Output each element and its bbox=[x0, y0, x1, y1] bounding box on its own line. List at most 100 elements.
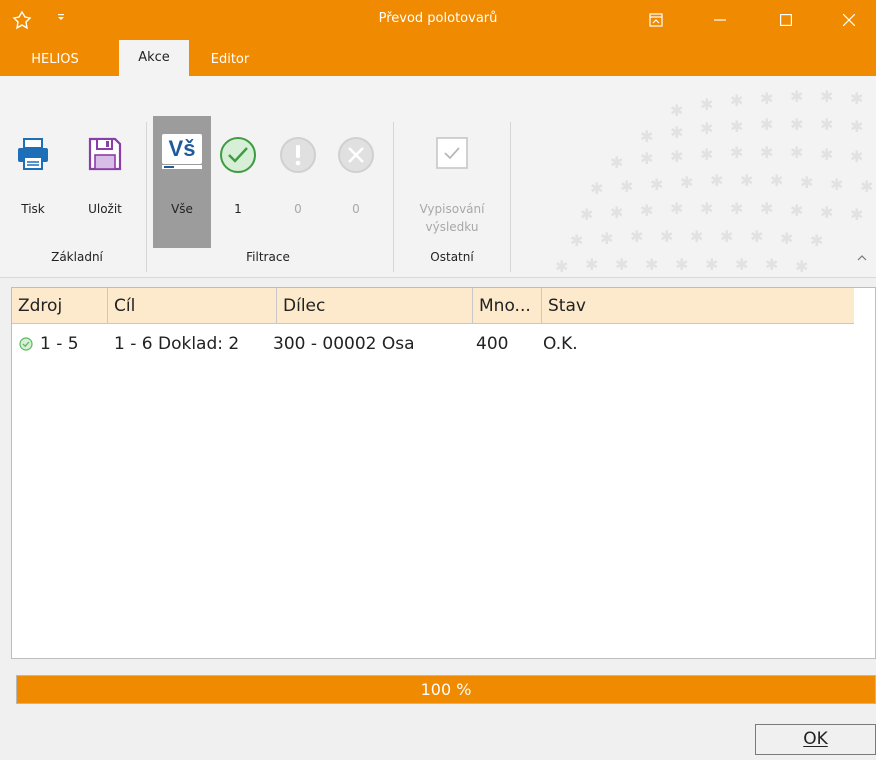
svg-text:✱: ✱ bbox=[820, 87, 833, 106]
title-bar-top: Převod polotovarů bbox=[0, 0, 876, 40]
save-label: Uložit bbox=[88, 202, 122, 216]
ribbon-separator bbox=[393, 122, 394, 272]
print-button[interactable]: Tisk bbox=[10, 128, 56, 228]
title-bar: Převod polotovarů HELIOS Akce Editor bbox=[0, 0, 876, 76]
svg-text:✱: ✱ bbox=[790, 143, 803, 162]
decorative-pattern: ✱ ✱ ✱ ✱ ✱ ✱ ✱ ✱ ✱ ✱ ✱ ✱ ✱ ✱ ✱ ✱ ✱ ✱ ✱ ✱ ✱ ✱ ✱ ✱ ✱ ✱ ✱ ✱ ✱ ✱ ✱ ✱ ✱ ✱ ✱ ✱… bbox=[555, 87, 873, 276]
svg-text:✱: ✱ bbox=[800, 173, 813, 192]
svg-text:✱: ✱ bbox=[630, 227, 643, 246]
table-row[interactable]: 1 - 5 1 - 6 Doklad: 2 300 - 00002 Osa 40… bbox=[12, 326, 854, 362]
column-header-zdroj[interactable]: Zdroj bbox=[12, 288, 108, 324]
tab-akce[interactable]: Akce bbox=[119, 40, 189, 76]
svg-text:✱: ✱ bbox=[600, 229, 613, 248]
maximize-button[interactable] bbox=[763, 0, 809, 40]
ribbon-tabs: HELIOS Akce Editor bbox=[0, 40, 876, 76]
filter-error-count: 0 bbox=[352, 202, 360, 216]
svg-text:✱: ✱ bbox=[680, 173, 693, 192]
svg-text:✱: ✱ bbox=[585, 255, 598, 274]
save-button[interactable]: Uložit bbox=[78, 128, 132, 228]
svg-text:✱: ✱ bbox=[670, 123, 683, 142]
filter-all-badge: Vš bbox=[168, 136, 196, 161]
svg-text:✱: ✱ bbox=[790, 201, 803, 220]
column-header-mnozstvi[interactable]: Mno... bbox=[473, 288, 542, 324]
svg-text:✱: ✱ bbox=[730, 117, 743, 136]
svg-text:✱: ✱ bbox=[830, 175, 843, 194]
window-title: Převod polotovarů bbox=[378, 11, 498, 26]
printer-icon bbox=[18, 138, 48, 170]
svg-text:✱: ✱ bbox=[750, 227, 763, 246]
group-label-filtrace: Filtrace bbox=[246, 250, 290, 264]
svg-text:✱: ✱ bbox=[720, 227, 733, 246]
svg-text:✱: ✱ bbox=[820, 145, 833, 164]
svg-text:✱: ✱ bbox=[670, 147, 683, 166]
svg-text:✱: ✱ bbox=[850, 117, 863, 136]
print-label: Tisk bbox=[21, 202, 45, 216]
svg-text:✱: ✱ bbox=[590, 179, 603, 198]
tab-helios[interactable]: HELIOS bbox=[10, 46, 100, 76]
svg-text:✱: ✱ bbox=[760, 199, 773, 218]
svg-text:✱: ✱ bbox=[770, 171, 783, 190]
cell-dilec: 300 - 00002 Osa bbox=[273, 334, 415, 354]
svg-text:✱: ✱ bbox=[850, 205, 863, 224]
warning-circle-icon bbox=[280, 137, 316, 173]
cell-mnozstvi: 400 bbox=[476, 334, 509, 354]
svg-text:✱: ✱ bbox=[760, 89, 773, 108]
svg-text:✱: ✱ bbox=[670, 101, 683, 120]
minimize-icon bbox=[714, 19, 726, 21]
svg-text:✱: ✱ bbox=[730, 199, 743, 218]
svg-text:✱: ✱ bbox=[640, 149, 653, 168]
svg-text:✱: ✱ bbox=[620, 177, 633, 196]
error-circle-icon bbox=[338, 137, 374, 173]
svg-text:✱: ✱ bbox=[700, 119, 713, 138]
filter-warning-count: 0 bbox=[294, 202, 302, 216]
column-header-dilec[interactable]: Dílec bbox=[277, 288, 473, 324]
filter-error-button[interactable]: 0 bbox=[333, 128, 379, 228]
svg-text:✱: ✱ bbox=[735, 255, 748, 274]
ribbon-panel: ✱ ✱ ✱ ✱ ✱ ✱ ✱ ✱ ✱ ✱ ✱ ✱ ✱ ✱ ✱ ✱ ✱ ✱ ✱ ✱ ✱ ✱ ✱ ✱ ✱ ✱ ✱ ✱ ✱ ✱ ✱ ✱ ✱ ✱ ✱ ✱… bbox=[0, 76, 876, 278]
ribbon-separator bbox=[510, 122, 511, 272]
filter-all-icon: Vš bbox=[162, 134, 202, 174]
minimize-button[interactable] bbox=[697, 0, 743, 40]
results-grid[interactable]: Zdroj Cíl Dílec Mno... Stav 1 - 5 1 - 6 … bbox=[11, 287, 876, 659]
svg-text:✱: ✱ bbox=[650, 175, 663, 194]
group-label-ostatni: Ostatní bbox=[430, 250, 474, 264]
result-output-button[interactable]: Vypisování výsledku bbox=[402, 128, 502, 248]
collapse-ribbon-icon[interactable] bbox=[854, 252, 870, 268]
svg-text:✱: ✱ bbox=[660, 227, 673, 246]
svg-text:✱: ✱ bbox=[730, 91, 743, 110]
svg-text:✱: ✱ bbox=[765, 255, 778, 274]
svg-text:✱: ✱ bbox=[670, 199, 683, 218]
svg-text:✱: ✱ bbox=[820, 203, 833, 222]
check-circle-icon bbox=[19, 337, 33, 351]
svg-text:✱: ✱ bbox=[790, 87, 803, 106]
svg-text:✱: ✱ bbox=[555, 257, 568, 276]
floppy-disk-icon bbox=[88, 137, 122, 171]
grid-header: Zdroj Cíl Dílec Mno... Stav bbox=[12, 288, 854, 324]
ok-button[interactable]: OK bbox=[755, 724, 876, 755]
svg-text:✱: ✱ bbox=[710, 171, 723, 190]
ribbon-display-options-button[interactable] bbox=[633, 0, 679, 40]
svg-text:✱: ✱ bbox=[615, 255, 628, 274]
filter-all-label: Vše bbox=[171, 202, 193, 216]
column-header-stav[interactable]: Stav bbox=[542, 288, 854, 324]
svg-text:✱: ✱ bbox=[610, 203, 623, 222]
filter-all-button[interactable]: Vš Vše bbox=[153, 116, 211, 248]
tab-editor[interactable]: Editor bbox=[197, 46, 263, 76]
ok-button-label: OK bbox=[803, 729, 828, 749]
column-header-cil[interactable]: Cíl bbox=[108, 288, 277, 324]
svg-text:✱: ✱ bbox=[850, 89, 863, 108]
svg-text:✱: ✱ bbox=[740, 171, 753, 190]
group-label-zakladni: Základní bbox=[51, 250, 103, 264]
svg-text:✱: ✱ bbox=[640, 201, 653, 220]
svg-text:✱: ✱ bbox=[730, 143, 743, 162]
filter-ok-button[interactable]: 1 bbox=[215, 128, 261, 228]
svg-text:✱: ✱ bbox=[645, 255, 658, 274]
filter-warning-button[interactable]: 0 bbox=[275, 128, 321, 228]
svg-text:✱: ✱ bbox=[810, 231, 823, 250]
checkbox-icon bbox=[436, 137, 468, 169]
svg-text:✱: ✱ bbox=[570, 231, 583, 250]
svg-text:✱: ✱ bbox=[860, 177, 873, 196]
check-circle-icon bbox=[220, 137, 256, 173]
svg-text:✱: ✱ bbox=[850, 147, 863, 166]
close-button[interactable] bbox=[826, 0, 872, 40]
